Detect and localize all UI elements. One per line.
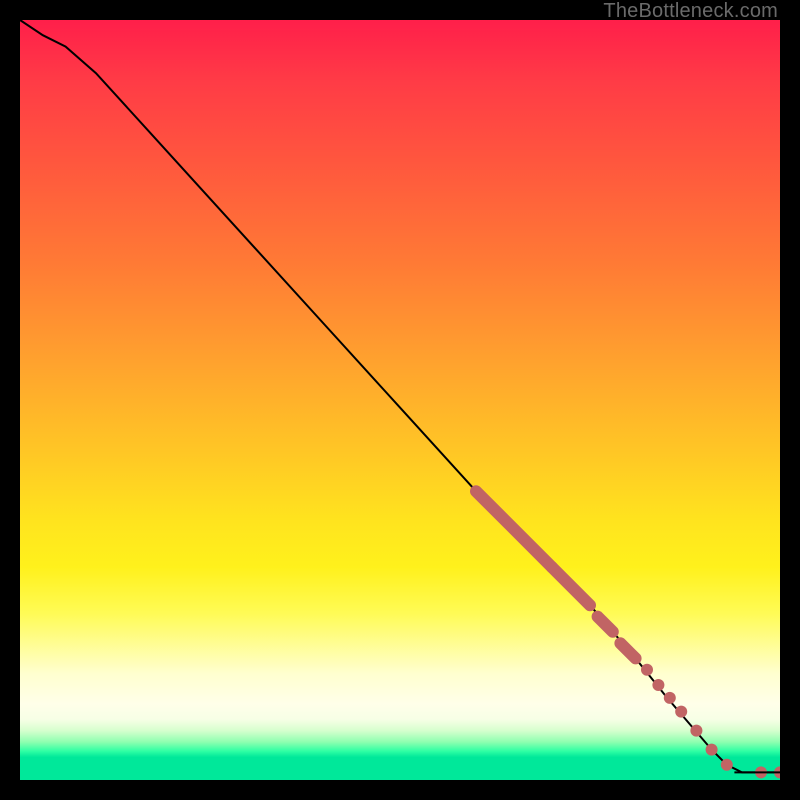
highlight-dot	[690, 725, 702, 737]
highlight-segment	[552, 567, 590, 605]
highlight-segment	[620, 643, 635, 658]
highlight-dots	[641, 664, 780, 779]
chart-stage: TheBottleneck.com	[0, 0, 800, 800]
highlight-segment	[598, 617, 613, 632]
main-curve	[20, 20, 780, 772]
highlight-dot	[641, 664, 653, 676]
highlight-dot	[721, 759, 733, 771]
highlight-segment	[476, 491, 552, 567]
chart-svg	[20, 20, 780, 780]
highlight-dot	[652, 679, 664, 691]
plot-area	[20, 20, 780, 780]
highlight-dot	[675, 706, 687, 718]
highlight-dot	[664, 692, 676, 704]
highlight-dot	[706, 744, 718, 756]
highlight-segments	[476, 491, 636, 658]
